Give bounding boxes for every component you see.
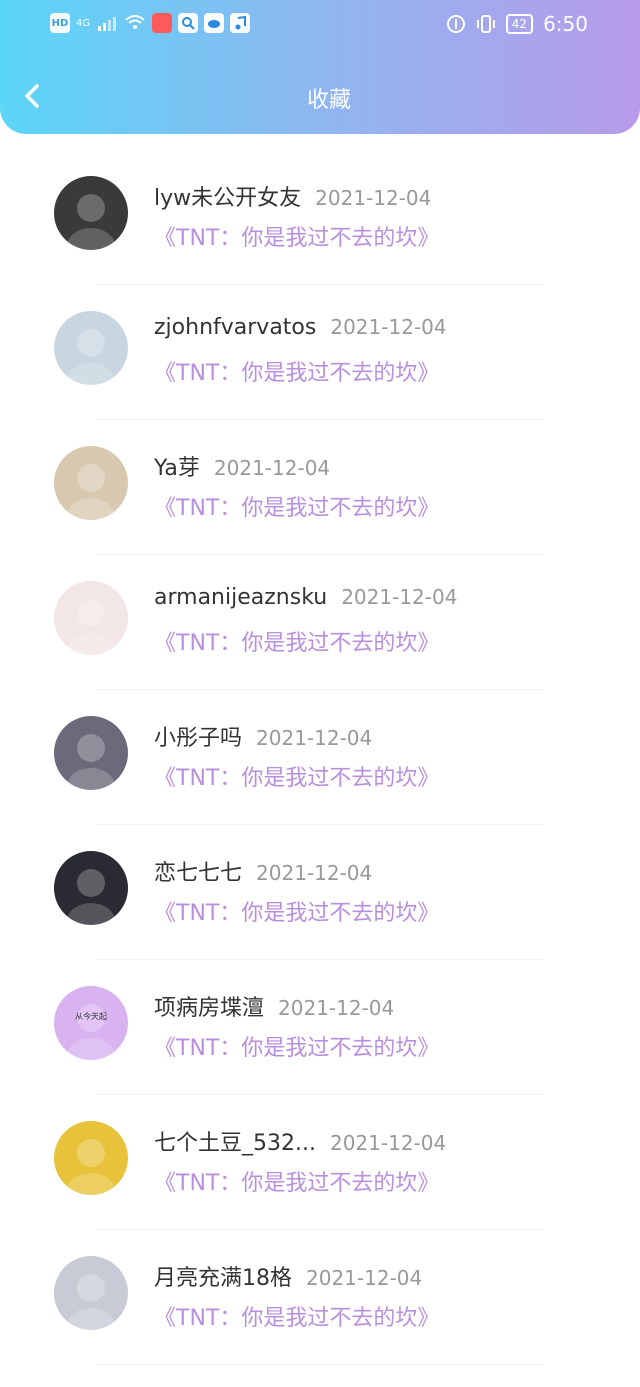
item-date: 2021-12-04 [341, 585, 458, 609]
user-name[interactable]: 恋七七七 [154, 861, 242, 886]
item-name-line: 七个土豆_532... 2021-12-04 [154, 1125, 446, 1157]
item-title[interactable]: 《TNT：你是我过不去的坎》 [154, 355, 439, 387]
vibrate-icon [476, 15, 495, 33]
avatar-image [54, 446, 128, 520]
data-saver-icon [446, 15, 465, 33]
svg-text:从今天起: 从今天起 [75, 1011, 107, 1021]
item-date: 2021-12-04 [256, 726, 373, 750]
header-bar: HD 4G 42 6:50 收藏 [0, 0, 640, 134]
item-date: 2021-12-04 [329, 1131, 447, 1155]
item-name-line: 小彤子吗 2021-12-04 [154, 720, 372, 752]
item-title[interactable]: 《TNT：你是我过不去的坎》 [154, 490, 439, 522]
list-item[interactable]: lyw未公开女友 2021-12-04 《TNT：你是我过不去的坎》 [0, 150, 640, 285]
item-date: 2021-12-04 [330, 315, 447, 339]
search-app-icon [178, 13, 199, 33]
item-name-line: 月亮充满18格 2021-12-04 [154, 1260, 422, 1292]
favorites-list: lyw未公开女友 2021-12-04 《TNT：你是我过不去的坎》 zjohnf… [0, 150, 640, 1365]
list-item[interactable]: 从今天起 项病房堞澶 2021-12-04 《TNT：你是我过不去的坎》 [0, 960, 640, 1095]
page-title: 收藏 [306, 88, 351, 113]
avatar[interactable] [54, 446, 128, 520]
user-name[interactable]: Ya芽 [154, 456, 200, 481]
avatar[interactable] [54, 581, 128, 655]
avatar-image [54, 1256, 128, 1330]
avatar[interactable] [54, 1121, 128, 1195]
item-name-line: Ya芽 2021-12-04 [154, 450, 330, 482]
list-item[interactable]: 小彤子吗 2021-12-04 《TNT：你是我过不去的坎》 [0, 690, 640, 825]
item-title[interactable]: 《TNT：你是我过不去的坎》 [154, 1300, 439, 1332]
item-name-line: zjohnfvarvatos 2021-12-04 [154, 315, 447, 340]
item-title[interactable]: 《TNT：你是我过不去的坎》 [154, 220, 439, 252]
item-name-line: lyw未公开女友 2021-12-04 [154, 180, 431, 212]
avatar-image: 从今天起 [54, 986, 128, 1060]
avatar-image [54, 1121, 128, 1195]
cloud-app-icon [204, 13, 225, 33]
user-name[interactable]: 项病房堞澶 [154, 996, 264, 1021]
list-item[interactable]: 七个土豆_532... 2021-12-04 《TNT：你是我过不去的坎》 [0, 1095, 640, 1230]
clock: 6:50 [543, 12, 588, 36]
item-date: 2021-12-04 [213, 456, 331, 480]
avatar-image [54, 716, 128, 790]
list-item[interactable]: zjohnfvarvatos 2021-12-04 《TNT：你是我过不去的坎》 [0, 285, 640, 420]
hd-icon: HD [50, 13, 70, 33]
item-date: 2021-12-04 [256, 861, 373, 885]
item-date: 2021-12-04 [306, 1266, 423, 1290]
avatar[interactable] [54, 176, 128, 250]
user-name[interactable]: zjohnfvarvatos [154, 315, 316, 340]
avatar[interactable] [54, 851, 128, 925]
avatar[interactable] [54, 311, 128, 385]
avatar-image [54, 851, 128, 925]
item-title[interactable]: 《TNT：你是我过不去的坎》 [154, 760, 439, 792]
item-title[interactable]: 《TNT：你是我过不去的坎》 [154, 625, 439, 657]
user-name[interactable]: 七个土豆_532... [154, 1131, 316, 1156]
item-title[interactable]: 《TNT：你是我过不去的坎》 [154, 1030, 439, 1062]
item-date: 2021-12-04 [315, 186, 432, 210]
list-item[interactable]: 恋七七七 2021-12-04 《TNT：你是我过不去的坎》 [0, 825, 640, 960]
user-name[interactable]: 小彤子吗 [154, 726, 242, 751]
item-name-line: 项病房堞澶 2021-12-04 [154, 990, 394, 1022]
avatar[interactable]: 从今天起 [54, 986, 128, 1060]
list-item[interactable]: armanijeaznsku 2021-12-04 《TNT：你是我过不去的坎》 [0, 555, 640, 690]
item-name-line: 恋七七七 2021-12-04 [154, 855, 372, 887]
divider [96, 1364, 544, 1365]
signal-icon [98, 17, 117, 31]
user-name[interactable]: 月亮充满18格 [154, 1266, 292, 1291]
list-item[interactable]: Ya芽 2021-12-04 《TNT：你是我过不去的坎》 [0, 420, 640, 555]
status-icons-right: 42 6:50 [446, 12, 588, 36]
status-bar: HD 4G 42 6:50 [0, 0, 640, 48]
status-icons-left: HD 4G [50, 13, 251, 33]
avatar-image [54, 176, 128, 250]
battery-indicator: 42 [505, 14, 534, 34]
network-label: 4G [76, 17, 91, 29]
mail-app-icon [152, 13, 173, 33]
list-item[interactable]: 月亮充满18格 2021-12-04 《TNT：你是我过不去的坎》 [0, 1230, 640, 1365]
avatar-image [54, 311, 128, 385]
avatar-image [54, 581, 128, 655]
avatar[interactable] [54, 1256, 128, 1330]
wifi-icon [125, 15, 145, 29]
user-name[interactable]: lyw未公开女友 [154, 186, 301, 211]
item-name-line: armanijeaznsku 2021-12-04 [154, 585, 457, 610]
item-title[interactable]: 《TNT：你是我过不去的坎》 [154, 1165, 439, 1197]
user-name[interactable]: armanijeaznsku [154, 585, 327, 610]
item-date: 2021-12-04 [278, 996, 395, 1020]
item-title[interactable]: 《TNT：你是我过不去的坎》 [154, 895, 439, 927]
avatar[interactable] [54, 716, 128, 790]
music-app-icon [230, 13, 251, 33]
